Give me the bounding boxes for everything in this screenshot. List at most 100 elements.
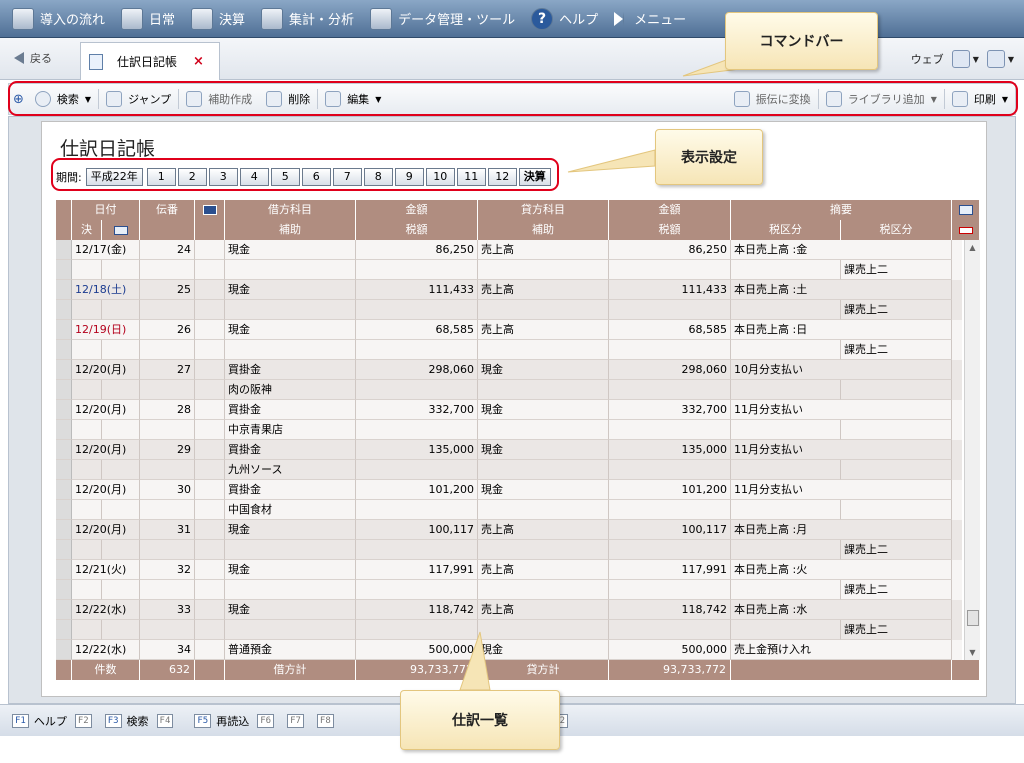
- amount-cell[interactable]: 117,991: [356, 560, 478, 580]
- row-selector[interactable]: [56, 460, 72, 480]
- tax-amount-cell[interactable]: [356, 340, 478, 360]
- header-credit-account[interactable]: 貸方科目: [478, 200, 609, 220]
- tax-amount-cell[interactable]: [356, 580, 478, 600]
- header-amount[interactable]: 金額: [356, 200, 478, 220]
- tax-class-2-cell[interactable]: 課売上二: [841, 580, 952, 600]
- credit-assist-cell[interactable]: [478, 620, 609, 640]
- row-selector[interactable]: [56, 600, 72, 620]
- tax-amount-2-cell[interactable]: [609, 380, 731, 400]
- voucher-cell[interactable]: 33: [140, 600, 195, 620]
- tax-class-cell[interactable]: [731, 540, 841, 560]
- summary-cell[interactable]: 本日売上高 :火: [731, 560, 952, 580]
- header-flag[interactable]: [952, 220, 980, 240]
- header-tax-class[interactable]: 税区分: [731, 220, 841, 240]
- amount-2-cell[interactable]: 332,700: [609, 400, 731, 420]
- table-row[interactable]: 12/17(金) 24 現金 86,250 売上高 86,250 本日売上高 :金 課売上二: [56, 240, 962, 280]
- debit-account-cell[interactable]: 現金: [225, 560, 356, 580]
- credit-account-cell[interactable]: 現金: [478, 360, 609, 380]
- attach-cell[interactable]: [195, 240, 225, 260]
- summary-cell[interactable]: 11月分支払い: [731, 480, 952, 500]
- header-assist[interactable]: 補助: [225, 220, 356, 240]
- row-selector[interactable]: [56, 300, 72, 320]
- table-row[interactable]: 12/20(月) 30 買掛金 101,200 現金 101,200 11月分支払い 中国食材: [56, 480, 962, 520]
- date-cell[interactable]: 12/20(月): [72, 480, 140, 500]
- debit-assist-cell[interactable]: [225, 300, 356, 320]
- header-voucher[interactable]: 伝番: [140, 200, 195, 220]
- menu-item-2[interactable]: 決算: [191, 7, 245, 30]
- credit-account-cell[interactable]: 売上高: [478, 320, 609, 340]
- debit-assist-cell[interactable]: 九州ソース: [225, 460, 356, 480]
- fkey-f5[interactable]: F5 再読込: [194, 713, 249, 729]
- tax-amount-cell[interactable]: [356, 500, 478, 520]
- tax-class-2-cell[interactable]: 課売上二: [841, 540, 952, 560]
- row-selector[interactable]: [56, 440, 72, 460]
- blank-cell[interactable]: [195, 580, 225, 600]
- tax-class-cell[interactable]: [731, 500, 841, 520]
- header-tax-class-2[interactable]: 税区分: [841, 220, 952, 240]
- tag-cell[interactable]: [102, 580, 140, 600]
- chevron-down-icon[interactable]: ▼: [973, 55, 979, 64]
- attach-cell[interactable]: [195, 280, 225, 300]
- settle-cell[interactable]: [72, 500, 102, 520]
- date-cell[interactable]: 12/22(水): [72, 600, 140, 620]
- row-selector[interactable]: [56, 380, 72, 400]
- window-close-icon[interactable]: [986, 50, 1005, 68]
- amount-2-cell[interactable]: 118,742: [609, 600, 731, 620]
- attach-cell[interactable]: [195, 360, 225, 380]
- fkey-f1[interactable]: F1 ヘルプ: [12, 713, 67, 729]
- tax-amount-2-cell[interactable]: [609, 460, 731, 480]
- menu-item-5[interactable]: ? ヘルプ: [531, 7, 598, 30]
- tax-amount-2-cell[interactable]: [609, 500, 731, 520]
- blank-cell[interactable]: [140, 300, 195, 320]
- chevron-down-icon[interactable]: ▼: [1008, 55, 1014, 64]
- voucher-cell[interactable]: 27: [140, 360, 195, 380]
- amount-2-cell[interactable]: 86,250: [609, 240, 731, 260]
- row-selector[interactable]: [56, 240, 72, 260]
- row-selector[interactable]: [56, 480, 72, 500]
- date-cell[interactable]: 12/20(月): [72, 440, 140, 460]
- voucher-cell[interactable]: 26: [140, 320, 195, 340]
- credit-account-cell[interactable]: 現金: [478, 400, 609, 420]
- tax-class-cell[interactable]: [731, 420, 841, 440]
- debit-assist-cell[interactable]: [225, 260, 356, 280]
- row-selector[interactable]: [56, 360, 72, 380]
- voucher-cell[interactable]: 34: [140, 640, 195, 660]
- tax-amount-cell[interactable]: [356, 260, 478, 280]
- date-cell[interactable]: 12/21(火): [72, 560, 140, 580]
- amount-cell[interactable]: 298,060: [356, 360, 478, 380]
- voucher-cell[interactable]: 24: [140, 240, 195, 260]
- favorite-settings-icon[interactable]: [951, 50, 970, 68]
- blank-cell[interactable]: [140, 620, 195, 640]
- row-selector[interactable]: [56, 400, 72, 420]
- blank-cell[interactable]: [195, 540, 225, 560]
- credit-account-cell[interactable]: 売上高: [478, 240, 609, 260]
- table-row[interactable]: 12/18(土) 25 現金 111,433 売上高 111,433 本日売上高 :土 課売上…: [56, 280, 962, 320]
- attach-cell[interactable]: [195, 400, 225, 420]
- tag-cell[interactable]: [102, 420, 140, 440]
- settle-cell[interactable]: [72, 540, 102, 560]
- scroll-up-icon[interactable]: ▲: [965, 243, 980, 252]
- tag-cell[interactable]: [102, 460, 140, 480]
- web-label[interactable]: ウェブ: [911, 51, 944, 67]
- summary-cell[interactable]: 11月分支払い: [731, 440, 952, 460]
- summary-cell[interactable]: 11月分支払い: [731, 400, 952, 420]
- blank-cell[interactable]: [195, 460, 225, 480]
- tax-class-2-cell[interactable]: 課売上二: [841, 620, 952, 640]
- tag-cell[interactable]: [102, 300, 140, 320]
- date-cell[interactable]: 12/20(月): [72, 400, 140, 420]
- debit-account-cell[interactable]: 現金: [225, 600, 356, 620]
- header-amount-2[interactable]: 金額: [609, 200, 731, 220]
- summary-cell[interactable]: 10月分支払い: [731, 360, 952, 380]
- credit-account-cell[interactable]: 売上高: [478, 560, 609, 580]
- settle-cell[interactable]: [72, 620, 102, 640]
- credit-assist-cell[interactable]: [478, 460, 609, 480]
- table-row[interactable]: 12/20(月) 29 買掛金 135,000 現金 135,000 11月分支払い 九州ソー…: [56, 440, 962, 480]
- row-selector[interactable]: [56, 540, 72, 560]
- tag-cell[interactable]: [102, 500, 140, 520]
- scroll-down-icon[interactable]: ▼: [965, 648, 980, 657]
- amount-cell[interactable]: 101,200: [356, 480, 478, 500]
- voucher-cell[interactable]: 28: [140, 400, 195, 420]
- menu-item-0[interactable]: 導入の流れ: [12, 7, 105, 30]
- blank-cell[interactable]: [195, 620, 225, 640]
- debit-account-cell[interactable]: 現金: [225, 520, 356, 540]
